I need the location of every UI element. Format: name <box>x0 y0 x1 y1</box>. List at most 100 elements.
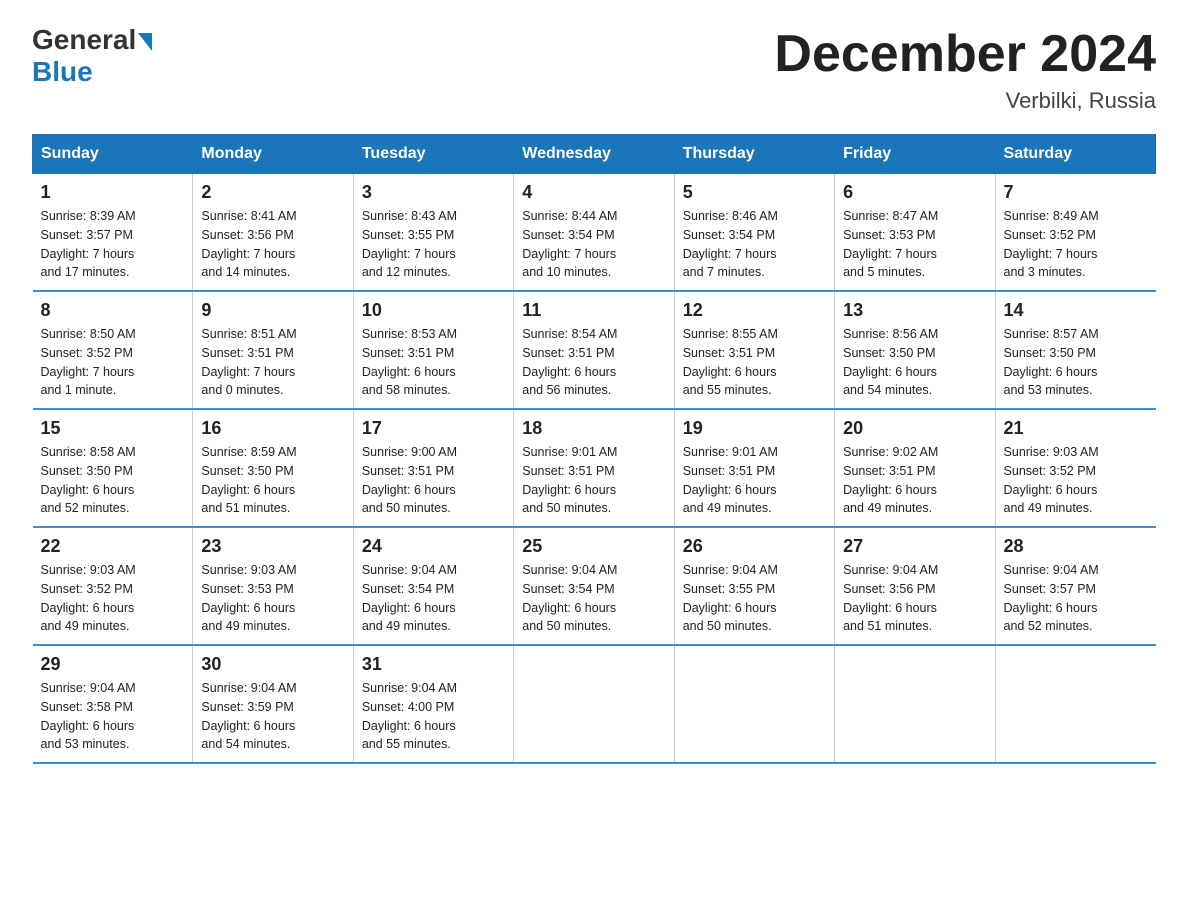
day-cell: 27 Sunrise: 9:04 AM Sunset: 3:56 PM Dayli… <box>835 527 995 645</box>
day-info: Sunrise: 9:04 AM Sunset: 3:54 PM Dayligh… <box>522 561 665 636</box>
day-info: Sunrise: 9:01 AM Sunset: 3:51 PM Dayligh… <box>683 443 826 518</box>
day-info: Sunrise: 9:04 AM Sunset: 3:57 PM Dayligh… <box>1004 561 1148 636</box>
day-info: Sunrise: 9:01 AM Sunset: 3:51 PM Dayligh… <box>522 443 665 518</box>
day-cell: 19 Sunrise: 9:01 AM Sunset: 3:51 PM Dayli… <box>674 409 834 527</box>
day-cell: 1 Sunrise: 8:39 AM Sunset: 3:57 PM Daylig… <box>33 174 193 292</box>
week-row-1: 1 Sunrise: 8:39 AM Sunset: 3:57 PM Daylig… <box>33 174 1156 292</box>
logo-arrow-icon <box>138 33 152 51</box>
logo: General Blue <box>32 24 152 88</box>
day-cell: 20Sunrise: 9:02 AM Sunset: 3:51 PM Dayli… <box>835 409 995 527</box>
day-number: 19 <box>683 418 826 439</box>
calendar-body: 1 Sunrise: 8:39 AM Sunset: 3:57 PM Daylig… <box>33 174 1156 764</box>
day-info: Sunrise: 9:03 AM Sunset: 3:53 PM Dayligh… <box>201 561 344 636</box>
day-number: 18 <box>522 418 665 439</box>
header-cell-wednesday: Wednesday <box>514 135 674 174</box>
day-number: 22 <box>41 536 185 557</box>
day-cell: 6 Sunrise: 8:47 AM Sunset: 3:53 PM Daylig… <box>835 174 995 292</box>
day-number: 17 <box>362 418 505 439</box>
day-number: 8 <box>41 300 185 321</box>
header-cell-saturday: Saturday <box>995 135 1155 174</box>
day-info: Sunrise: 8:43 AM Sunset: 3:55 PM Dayligh… <box>362 207 505 282</box>
day-cell <box>674 645 834 763</box>
day-number: 31 <box>362 654 505 675</box>
day-number: 9 <box>201 300 344 321</box>
calendar-header: SundayMondayTuesdayWednesdayThursdayFrid… <box>33 135 1156 174</box>
day-number: 28 <box>1004 536 1148 557</box>
day-number: 16 <box>201 418 344 439</box>
day-cell: 30Sunrise: 9:04 AM Sunset: 3:59 PM Dayli… <box>193 645 353 763</box>
day-number: 14 <box>1004 300 1148 321</box>
day-info: Sunrise: 9:04 AM Sunset: 3:54 PM Dayligh… <box>362 561 505 636</box>
day-cell: 31Sunrise: 9:04 AM Sunset: 4:00 PM Dayli… <box>353 645 513 763</box>
header-cell-thursday: Thursday <box>674 135 834 174</box>
day-number: 26 <box>683 536 826 557</box>
day-info: Sunrise: 8:51 AM Sunset: 3:51 PM Dayligh… <box>201 325 344 400</box>
day-info: Sunrise: 8:47 AM Sunset: 3:53 PM Dayligh… <box>843 207 986 282</box>
day-info: Sunrise: 8:41 AM Sunset: 3:56 PM Dayligh… <box>201 207 344 282</box>
day-info: Sunrise: 8:50 AM Sunset: 3:52 PM Dayligh… <box>41 325 185 400</box>
day-cell: 23Sunrise: 9:03 AM Sunset: 3:53 PM Dayli… <box>193 527 353 645</box>
day-cell <box>995 645 1155 763</box>
day-cell: 15 Sunrise: 8:58 AM Sunset: 3:50 PM Dayli… <box>33 409 193 527</box>
calendar-title: December 2024 <box>774 24 1156 84</box>
day-info: Sunrise: 8:56 AM Sunset: 3:50 PM Dayligh… <box>843 325 986 400</box>
day-cell: 18 Sunrise: 9:01 AM Sunset: 3:51 PM Dayli… <box>514 409 674 527</box>
day-number: 27 <box>843 536 986 557</box>
day-number: 1 <box>41 182 185 203</box>
logo-general-text: General <box>32 24 136 56</box>
day-cell: 16Sunrise: 8:59 AM Sunset: 3:50 PM Dayli… <box>193 409 353 527</box>
day-number: 15 <box>41 418 185 439</box>
day-cell: 5Sunrise: 8:46 AM Sunset: 3:54 PM Daylig… <box>674 174 834 292</box>
day-cell: 2Sunrise: 8:41 AM Sunset: 3:56 PM Daylig… <box>193 174 353 292</box>
header-cell-friday: Friday <box>835 135 995 174</box>
day-number: 25 <box>522 536 665 557</box>
day-number: 29 <box>41 654 185 675</box>
week-row-2: 8 Sunrise: 8:50 AM Sunset: 3:52 PM Daylig… <box>33 291 1156 409</box>
day-info: Sunrise: 8:55 AM Sunset: 3:51 PM Dayligh… <box>683 325 826 400</box>
day-cell: 25 Sunrise: 9:04 AM Sunset: 3:54 PM Dayli… <box>514 527 674 645</box>
day-cell: 24Sunrise: 9:04 AM Sunset: 3:54 PM Dayli… <box>353 527 513 645</box>
day-cell: 28 Sunrise: 9:04 AM Sunset: 3:57 PM Dayli… <box>995 527 1155 645</box>
header-cell-sunday: Sunday <box>33 135 193 174</box>
day-cell: 29 Sunrise: 9:04 AM Sunset: 3:58 PM Dayli… <box>33 645 193 763</box>
day-cell: 9 Sunrise: 8:51 AM Sunset: 3:51 PM Daylig… <box>193 291 353 409</box>
day-cell: 3 Sunrise: 8:43 AM Sunset: 3:55 PM Daylig… <box>353 174 513 292</box>
day-number: 21 <box>1004 418 1148 439</box>
day-cell: 13Sunrise: 8:56 AM Sunset: 3:50 PM Dayli… <box>835 291 995 409</box>
day-cell <box>835 645 995 763</box>
day-cell: 14 Sunrise: 8:57 AM Sunset: 3:50 PM Dayli… <box>995 291 1155 409</box>
day-cell <box>514 645 674 763</box>
day-cell: 21 Sunrise: 9:03 AM Sunset: 3:52 PM Dayli… <box>995 409 1155 527</box>
day-info: Sunrise: 9:04 AM Sunset: 3:58 PM Dayligh… <box>41 679 185 754</box>
calendar-subtitle: Verbilki, Russia <box>774 88 1156 114</box>
day-info: Sunrise: 9:03 AM Sunset: 3:52 PM Dayligh… <box>1004 443 1148 518</box>
day-info: Sunrise: 9:04 AM Sunset: 3:59 PM Dayligh… <box>201 679 344 754</box>
header-cell-monday: Monday <box>193 135 353 174</box>
header-cell-tuesday: Tuesday <box>353 135 513 174</box>
page-header: General Blue December 2024 Verbilki, Rus… <box>32 24 1156 114</box>
day-info: Sunrise: 9:04 AM Sunset: 3:56 PM Dayligh… <box>843 561 986 636</box>
day-number: 7 <box>1004 182 1148 203</box>
day-info: Sunrise: 9:00 AM Sunset: 3:51 PM Dayligh… <box>362 443 505 518</box>
week-row-3: 15 Sunrise: 8:58 AM Sunset: 3:50 PM Dayli… <box>33 409 1156 527</box>
day-cell: 4Sunrise: 8:44 AM Sunset: 3:54 PM Daylig… <box>514 174 674 292</box>
day-number: 6 <box>843 182 986 203</box>
day-cell: 12Sunrise: 8:55 AM Sunset: 3:51 PM Dayli… <box>674 291 834 409</box>
calendar-table: SundayMondayTuesdayWednesdayThursdayFrid… <box>32 134 1156 764</box>
day-info: Sunrise: 8:58 AM Sunset: 3:50 PM Dayligh… <box>41 443 185 518</box>
day-info: Sunrise: 8:39 AM Sunset: 3:57 PM Dayligh… <box>41 207 185 282</box>
day-cell: 11Sunrise: 8:54 AM Sunset: 3:51 PM Dayli… <box>514 291 674 409</box>
day-info: Sunrise: 8:54 AM Sunset: 3:51 PM Dayligh… <box>522 325 665 400</box>
day-cell: 26 Sunrise: 9:04 AM Sunset: 3:55 PM Dayli… <box>674 527 834 645</box>
day-cell: 22 Sunrise: 9:03 AM Sunset: 3:52 PM Dayli… <box>33 527 193 645</box>
logo-blue-text: Blue <box>32 56 152 88</box>
day-info: Sunrise: 9:02 AM Sunset: 3:51 PM Dayligh… <box>843 443 986 518</box>
day-cell: 8 Sunrise: 8:50 AM Sunset: 3:52 PM Daylig… <box>33 291 193 409</box>
day-info: Sunrise: 9:04 AM Sunset: 3:55 PM Dayligh… <box>683 561 826 636</box>
title-section: December 2024 Verbilki, Russia <box>774 24 1156 114</box>
day-number: 3 <box>362 182 505 203</box>
header-row: SundayMondayTuesdayWednesdayThursdayFrid… <box>33 135 1156 174</box>
week-row-4: 22 Sunrise: 9:03 AM Sunset: 3:52 PM Dayli… <box>33 527 1156 645</box>
day-info: Sunrise: 8:57 AM Sunset: 3:50 PM Dayligh… <box>1004 325 1148 400</box>
day-info: Sunrise: 9:03 AM Sunset: 3:52 PM Dayligh… <box>41 561 185 636</box>
